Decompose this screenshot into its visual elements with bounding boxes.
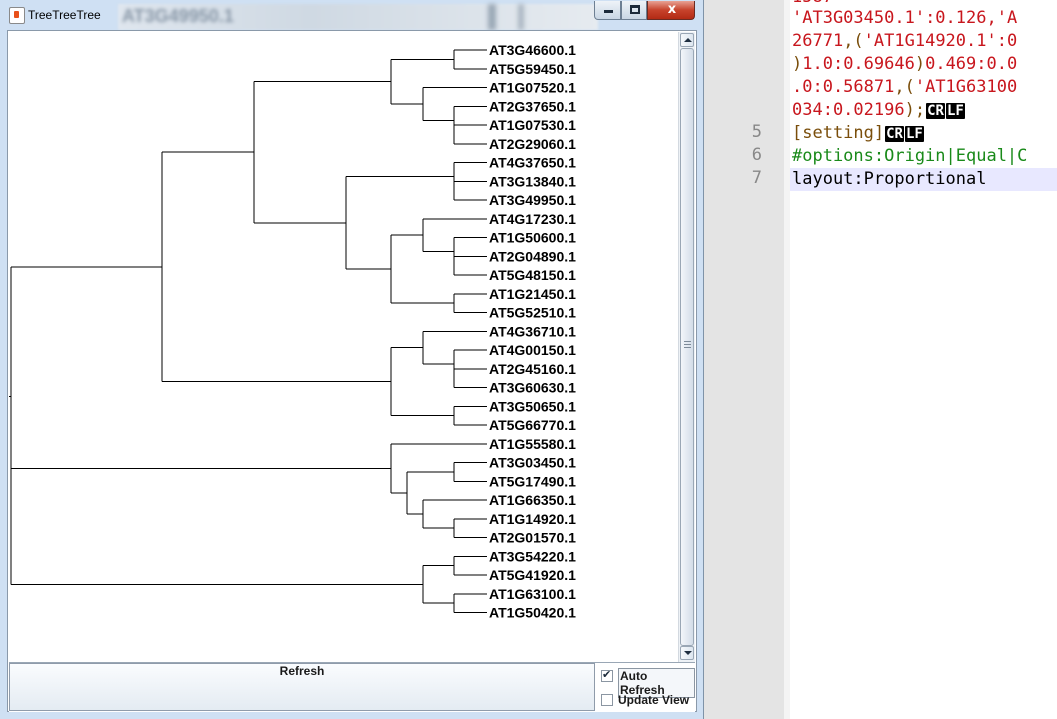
- grip-icon: [684, 341, 691, 348]
- cr-marker: CR: [885, 126, 904, 142]
- leaf-label: AT3G49950.1: [489, 192, 576, 208]
- leaf-label: AT1G63100.1: [489, 586, 576, 602]
- lf-marker: LF: [945, 103, 965, 119]
- leaf-label: AT1G21450.1: [489, 286, 576, 302]
- tree-view[interactable]: AT3G46600.1 AT5G59450.1 AT1G07520.1 AT2G376…: [9, 32, 678, 662]
- code-line: 034:0.02196); CR LF: [792, 100, 965, 120]
- leaf-label: AT3G13840.1: [489, 173, 576, 189]
- leaf-label: AT2G45160.1: [489, 361, 576, 377]
- leaf-label: AT1G55580.1: [489, 436, 576, 452]
- checkbox-icon[interactable]: [601, 668, 613, 682]
- leaf-label: AT3G60630.1: [489, 380, 576, 396]
- leaf-label: AT5G52510.1: [489, 305, 576, 321]
- leaf-label: AT3G03450.1: [489, 455, 576, 471]
- code-area[interactable]: 1587 'AT3G03450.1':0.126,'A 26771,('AT1G…: [790, 0, 1057, 719]
- auto-refresh-checkbox[interactable]: Auto Refresh: [601, 667, 695, 698]
- vertical-scrollbar[interactable]: [678, 32, 695, 662]
- leaf-label: AT1G07530.1: [489, 117, 576, 133]
- leaf-label: AT4G36710.1: [489, 323, 576, 339]
- leaf-label: AT4G17230.1: [489, 211, 576, 227]
- leaf-label: AT5G66770.1: [489, 417, 576, 433]
- leaf-label: AT3G50650.1: [489, 398, 576, 414]
- window-title: TreeTreeTree: [28, 8, 101, 22]
- leaf-label: AT5G17490.1: [489, 473, 576, 489]
- leaf-label: AT1G66350.1: [489, 492, 576, 508]
- close-button[interactable]: x: [647, 1, 695, 20]
- code-line: .0:0.56871,('AT1G63100: [792, 77, 1018, 97]
- leaf-label: AT1G50600.1: [489, 230, 576, 246]
- control-bar: Refresh Auto Refresh Update View: [9, 662, 695, 712]
- tree-window: AT3G49950.1 TreeTreeTree x AT3G46600.1 AT…: [0, 0, 704, 719]
- code-line: )1.0:0.69646)0.469:0.0: [792, 54, 1018, 74]
- title-bar[interactable]: TreeTreeTree x: [0, 0, 704, 30]
- leaf-label: AT3G54220.1: [489, 548, 576, 564]
- leaf-label: AT2G29060.1: [489, 136, 576, 152]
- window-content: AT3G46600.1 AT5G59450.1 AT1G07520.1 AT2G376…: [7, 30, 697, 712]
- line-number-gutter: 5 6 7: [704, 0, 784, 719]
- update-view-checkbox[interactable]: Update View: [601, 691, 695, 711]
- leaf-label: AT1G07520.1: [489, 80, 576, 96]
- minimize-button[interactable]: [594, 1, 621, 20]
- leaf-label: AT3G46600.1: [489, 42, 576, 58]
- code-line: #options:Origin|Equal|C: [792, 146, 1028, 166]
- code-line: 'AT3G03450.1':0.126,'A: [792, 8, 1018, 28]
- java-app-icon: [9, 7, 25, 24]
- code-line: 26771,('AT1G14920.1':0: [792, 31, 1018, 51]
- arrow-up-icon: [684, 38, 692, 42]
- maximize-button[interactable]: [621, 1, 647, 20]
- close-icon: x: [667, 2, 677, 17]
- lf-marker: LF: [904, 126, 924, 142]
- update-view-label: Update View: [618, 693, 690, 707]
- code-line: [setting] CR LF: [792, 123, 924, 143]
- line-number: 6: [751, 145, 762, 165]
- leaf-label: AT4G00150.1: [489, 342, 576, 358]
- refresh-button[interactable]: Refresh: [9, 663, 595, 711]
- line-number: 7: [751, 168, 762, 188]
- cr-marker: CR: [926, 103, 945, 119]
- leaf-label: AT5G48150.1: [489, 267, 576, 283]
- leaf-label: AT2G01570.1: [489, 530, 576, 546]
- leaf-label: AT1G14920.1: [489, 511, 576, 527]
- scroll-up-button[interactable]: [680, 33, 694, 47]
- scroll-thumb[interactable]: [680, 48, 694, 646]
- leaf-label: AT4G37650.1: [489, 155, 576, 171]
- leaf-label: AT5G59450.1: [489, 61, 576, 77]
- leaf-label: AT2G37650.1: [489, 98, 576, 114]
- leaf-label: AT5G41920.1: [489, 567, 576, 583]
- dendrogram: AT3G46600.1 AT5G59450.1 AT1G07520.1 AT2G376…: [9, 42, 576, 621]
- checkbox-icon[interactable]: [601, 694, 613, 706]
- leaf-label: AT2G04890.1: [489, 248, 576, 264]
- maximize-icon: [630, 5, 640, 14]
- code-line-current: layout:Proportional: [790, 168, 1057, 191]
- arrow-down-icon: [684, 651, 692, 655]
- leaf-label: AT1G50420.1: [489, 605, 576, 621]
- minimize-icon: [604, 10, 613, 13]
- text-editor[interactable]: 5 6 7 1587 'AT3G03450.1':0.126,'A 26771,…: [704, 0, 1057, 719]
- line-number: 5: [751, 122, 762, 142]
- scroll-down-button[interactable]: [680, 646, 694, 660]
